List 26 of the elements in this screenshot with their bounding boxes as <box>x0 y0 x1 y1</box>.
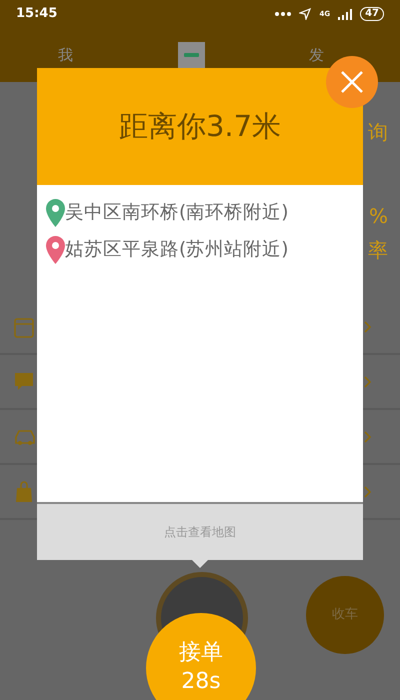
stop-service-button[interactable]: 收车 <box>306 576 384 654</box>
chevron-icon <box>364 320 372 332</box>
status-time: 15:45 <box>16 5 58 24</box>
stat-value: % <box>368 206 388 226</box>
more-icon <box>275 12 292 16</box>
logo-icon <box>178 42 204 68</box>
stat-label: 询 <box>368 122 388 142</box>
message-icon <box>14 370 34 392</box>
chevron-icon <box>364 430 372 442</box>
location-icon <box>299 8 312 20</box>
chevron-icon <box>364 376 372 388</box>
stat-label: 率 <box>368 240 388 260</box>
map-link-text: 点击查看地图 <box>164 524 236 541</box>
address-text: 吴中区南环桥(南环桥附近) <box>65 202 288 224</box>
map-link-bar[interactable]: 点击查看地图 <box>37 502 363 560</box>
pointer-icon <box>192 560 208 568</box>
accept-order-button[interactable]: 接单 28s <box>146 613 256 700</box>
nav-tab[interactable]: 发 <box>309 44 324 66</box>
nav-tab[interactable]: 我 <box>58 44 73 66</box>
dialog-title: 距离你3.7米 <box>118 108 282 145</box>
battery-level: 47 <box>360 7 384 21</box>
calendar-icon <box>14 316 34 338</box>
bag-icon <box>14 480 34 502</box>
chevron-icon <box>364 486 372 498</box>
address-text: 姑苏区平泉路(苏州站附近) <box>65 238 288 262</box>
signal-icon <box>338 8 352 20</box>
